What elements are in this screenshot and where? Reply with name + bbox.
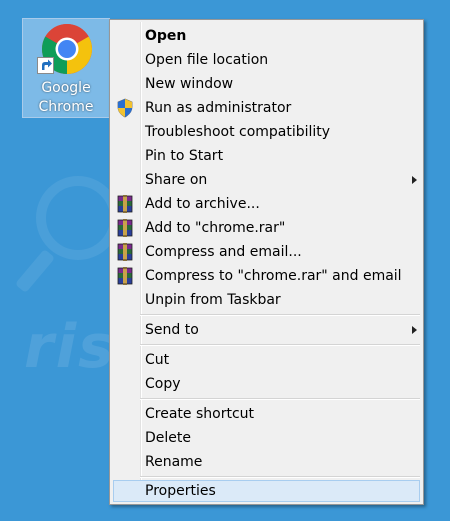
menu-item-compress-to-chrome-rar-and-email[interactable]: Compress to "chrome.rar" and email bbox=[113, 265, 420, 287]
menu-item-send-to[interactable]: Send to bbox=[113, 319, 420, 341]
menu-item-label: Run as administrator bbox=[145, 100, 292, 116]
shortcut-arrow-icon bbox=[37, 57, 54, 74]
menu-item-delete[interactable]: Delete bbox=[113, 427, 420, 449]
uac-shield-icon bbox=[117, 98, 133, 118]
menu-item-label: Cut bbox=[145, 352, 170, 368]
menu-item-label: Rename bbox=[145, 454, 203, 470]
menu-item-open[interactable]: Open bbox=[113, 25, 420, 47]
menu-item-label: Properties bbox=[145, 483, 216, 499]
menu-item-label: Delete bbox=[145, 430, 191, 446]
winrar-icon bbox=[117, 267, 133, 285]
submenu-arrow-icon bbox=[412, 176, 417, 184]
menu-item-open-file-location[interactable]: Open file location bbox=[113, 49, 420, 71]
menu-item-label: Troubleshoot compatibility bbox=[145, 124, 331, 140]
menu-item-label: Pin to Start bbox=[145, 148, 224, 164]
menu-separator bbox=[140, 476, 420, 478]
winrar-icon bbox=[117, 219, 133, 237]
menu-item-troubleshoot-compatibility[interactable]: Troubleshoot compatibility bbox=[113, 121, 420, 143]
menu-item-share-on[interactable]: Share on bbox=[113, 169, 420, 191]
menu-item-label: Compress and email... bbox=[145, 244, 302, 260]
menu-item-label: Create shortcut bbox=[145, 406, 255, 422]
menu-item-label: Compress to "chrome.rar" and email bbox=[145, 268, 402, 284]
winrar-icon bbox=[117, 195, 133, 213]
desktop: rish.com Google Chrome Open Open file lo… bbox=[0, 0, 450, 521]
menu-item-cut[interactable]: Cut bbox=[113, 349, 420, 371]
menu-separator bbox=[140, 398, 420, 400]
menu-item-add-to-archive[interactable]: Add to archive... bbox=[113, 193, 420, 215]
shortcut-label-line2: Chrome bbox=[38, 99, 94, 115]
watermark-magnifier-handle bbox=[14, 248, 56, 294]
context-menu: Open Open file location New window Run a… bbox=[109, 19, 424, 505]
menu-item-label: Open file location bbox=[145, 52, 269, 68]
menu-item-label: Copy bbox=[145, 376, 181, 392]
submenu-arrow-icon bbox=[412, 326, 417, 334]
menu-item-create-shortcut[interactable]: Create shortcut bbox=[113, 403, 420, 425]
menu-item-label: Add to "chrome.rar" bbox=[145, 220, 286, 236]
menu-item-label: Open bbox=[145, 28, 187, 44]
menu-item-label: Send to bbox=[145, 322, 199, 338]
shortcut-label: Google Chrome bbox=[23, 79, 109, 117]
menu-separator bbox=[140, 344, 420, 346]
menu-item-unpin-from-taskbar[interactable]: Unpin from Taskbar bbox=[113, 289, 420, 311]
google-chrome-shortcut[interactable]: Google Chrome bbox=[22, 18, 110, 118]
menu-item-run-as-administrator[interactable]: Run as administrator bbox=[113, 97, 420, 119]
shortcut-label-line1: Google bbox=[41, 80, 91, 96]
watermark-magnifier bbox=[36, 176, 120, 260]
menu-item-rename[interactable]: Rename bbox=[113, 451, 420, 473]
menu-item-copy[interactable]: Copy bbox=[113, 373, 420, 395]
menu-item-properties[interactable]: Properties bbox=[113, 480, 420, 502]
menu-item-new-window[interactable]: New window bbox=[113, 73, 420, 95]
menu-item-label: New window bbox=[145, 76, 234, 92]
menu-item-pin-to-start[interactable]: Pin to Start bbox=[113, 145, 420, 167]
menu-item-label: Add to archive... bbox=[145, 196, 260, 212]
winrar-icon bbox=[117, 243, 133, 261]
menu-separator bbox=[140, 314, 420, 316]
menu-item-compress-and-email[interactable]: Compress and email... bbox=[113, 241, 420, 263]
menu-item-label: Unpin from Taskbar bbox=[145, 292, 281, 308]
menu-item-label: Share on bbox=[145, 172, 208, 188]
menu-item-add-to-chrome-rar[interactable]: Add to "chrome.rar" bbox=[113, 217, 420, 239]
